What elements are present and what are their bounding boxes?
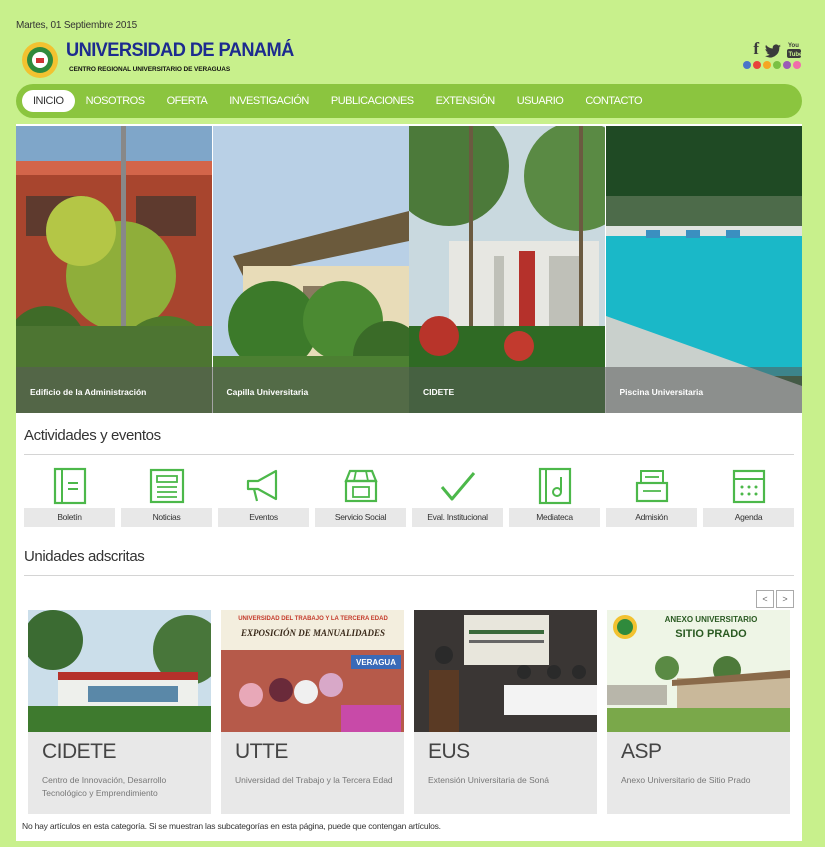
activity-label: Mediateca	[509, 508, 600, 527]
activities-title: Actividades y eventos	[24, 427, 161, 444]
nav-item-publicaciones[interactable]: PUBLICACIONES	[320, 90, 425, 112]
divider	[24, 454, 794, 455]
utte-unit-photo: UNIVERSIDAD DEL TRABAJO Y LA TERCERA EDA…	[221, 610, 404, 732]
activity-check[interactable]: Eval. Institucional	[412, 467, 503, 527]
activity-calendar[interactable]: Agenda	[703, 467, 794, 527]
activity-news[interactable]: Noticias	[121, 467, 212, 527]
main-navigation: INICIO NOSOTROS OFERTA INVESTIGACIÓN PUBLICA…	[16, 84, 802, 118]
nav-item-oferta[interactable]: OFERTA	[156, 90, 219, 112]
nav-item-usuario[interactable]: USUARIO	[506, 90, 575, 112]
unit-desc: Centro de Innovación, Desarrollo Tecnoló…	[42, 775, 167, 798]
activity-label: Eval. Institucional	[412, 508, 503, 527]
nav-item-investigacion[interactable]: INVESTIGACIÓN	[218, 90, 320, 112]
current-date: Martes, 01 Septiembre 2015	[16, 20, 137, 31]
carousel-controls: < >	[756, 590, 794, 608]
activity-label: Agenda	[703, 508, 794, 527]
color-dot	[783, 61, 791, 69]
svg-text:Tube: Tube	[789, 52, 802, 58]
nav-item-nosotros[interactable]: NOSOTROS	[75, 90, 156, 112]
activities-list: Boletín Noticias Eventos Servicio Social Eva…	[24, 467, 794, 527]
unit-card-eus[interactable]: EUS Extensión Universitaria de Soná	[414, 610, 597, 814]
units-title: Unidades adscritas	[24, 548, 145, 565]
color-dot	[793, 61, 801, 69]
asp-title-text: SITIO PRADO	[675, 628, 747, 640]
banner-caption: Capilla Universitaria	[212, 367, 409, 413]
activity-bulletin[interactable]: Boletín	[24, 467, 115, 527]
utte-banner-text: EXPOSICIÓN DE MANUALIDADES	[240, 628, 385, 638]
facebook-icon[interactable]: f	[753, 40, 759, 58]
activity-label: Noticias	[121, 508, 212, 527]
unit-card-utte[interactable]: UNIVERSIDAD DEL TRABAJO Y LA TERCERA EDA…	[221, 610, 404, 814]
unit-card-cidete[interactable]: CIDETE Centro de Innovación, Desarrollo …	[28, 610, 211, 814]
unit-desc: Universidad del Trabajo y la Tercera Eda…	[235, 775, 393, 785]
unit-abbr: UTTE	[235, 740, 288, 763]
social-links: f You Tube	[753, 40, 801, 58]
activity-music[interactable]: Mediateca	[509, 467, 600, 527]
university-logo[interactable]	[20, 40, 60, 80]
activity-shop[interactable]: Servicio Social	[315, 467, 406, 527]
color-dot	[743, 61, 751, 69]
unit-desc: Extensión Universitaria de Soná	[428, 775, 549, 785]
activity-inbox[interactable]: Admisión	[606, 467, 697, 527]
asp-unit-photo: ANEXO UNIVERSITARIO SITIO PRADO	[607, 610, 790, 732]
color-dot	[763, 61, 771, 69]
activity-label: Boletín	[24, 508, 115, 527]
unit-card-asp[interactable]: ANEXO UNIVERSITARIO SITIO PRADO ASP Anex…	[607, 610, 790, 814]
unit-abbr: EUS	[428, 740, 470, 763]
carousel-prev-button[interactable]: <	[756, 590, 774, 608]
cidete-unit-photo	[28, 610, 211, 732]
divider	[24, 575, 794, 576]
main-content: Edificio de la Administración Capilla Un…	[16, 124, 802, 841]
university-subtitle: CENTRO REGIONAL UNIVERSITARIO DE VERAGUA…	[69, 66, 231, 73]
svg-text:You: You	[788, 43, 799, 49]
color-dot	[753, 61, 761, 69]
banner-caption: CIDETE	[409, 367, 606, 413]
utte-sign-text: VERAGUA	[356, 658, 396, 667]
unit-desc: Anexo Universitario de Sitio Prado	[621, 775, 751, 785]
units-carousel: CIDETE Centro de Innovación, Desarrollo …	[28, 610, 790, 814]
banner-panel-cidete[interactable]: CIDETE	[409, 126, 606, 413]
image-banner: Edificio de la Administración Capilla Un…	[16, 126, 802, 413]
category-note: No hay artículos en esta categoría. Si s…	[22, 821, 441, 831]
twitter-icon[interactable]	[765, 44, 781, 58]
utte-banner-text: UNIVERSIDAD DEL TRABAJO Y LA TERCERA EDA…	[238, 616, 388, 622]
unit-abbr: CIDETE	[42, 740, 117, 763]
activity-megaphone[interactable]: Eventos	[218, 467, 309, 527]
activity-label: Admisión	[606, 508, 697, 527]
asp-title-text: ANEXO UNIVERSITARIO	[665, 615, 758, 624]
nav-item-inicio[interactable]: INICIO	[22, 90, 75, 112]
activity-label: Servicio Social	[315, 508, 406, 527]
banner-caption: Edificio de la Administración	[16, 367, 213, 413]
youtube-icon[interactable]: You Tube	[787, 40, 801, 58]
color-dot	[773, 61, 781, 69]
banner-panel-capilla[interactable]: Capilla Universitaria	[212, 126, 409, 413]
unit-abbr: ASP	[621, 740, 662, 763]
activity-label: Eventos	[218, 508, 309, 527]
nav-item-extension[interactable]: EXTENSIÓN	[425, 90, 506, 112]
eus-unit-photo	[414, 610, 597, 732]
banner-caption: Piscina Universitaria	[605, 367, 802, 413]
nav-item-contacto[interactable]: CONTACTO	[574, 90, 653, 112]
banner-panel-piscina[interactable]: Piscina Universitaria	[605, 126, 802, 413]
color-dots	[743, 61, 801, 69]
university-name[interactable]: UNIVERSIDAD DE PANAMÁ	[66, 40, 294, 62]
banner-panel-administracion[interactable]: Edificio de la Administración	[16, 126, 213, 413]
carousel-next-button[interactable]: >	[776, 590, 794, 608]
